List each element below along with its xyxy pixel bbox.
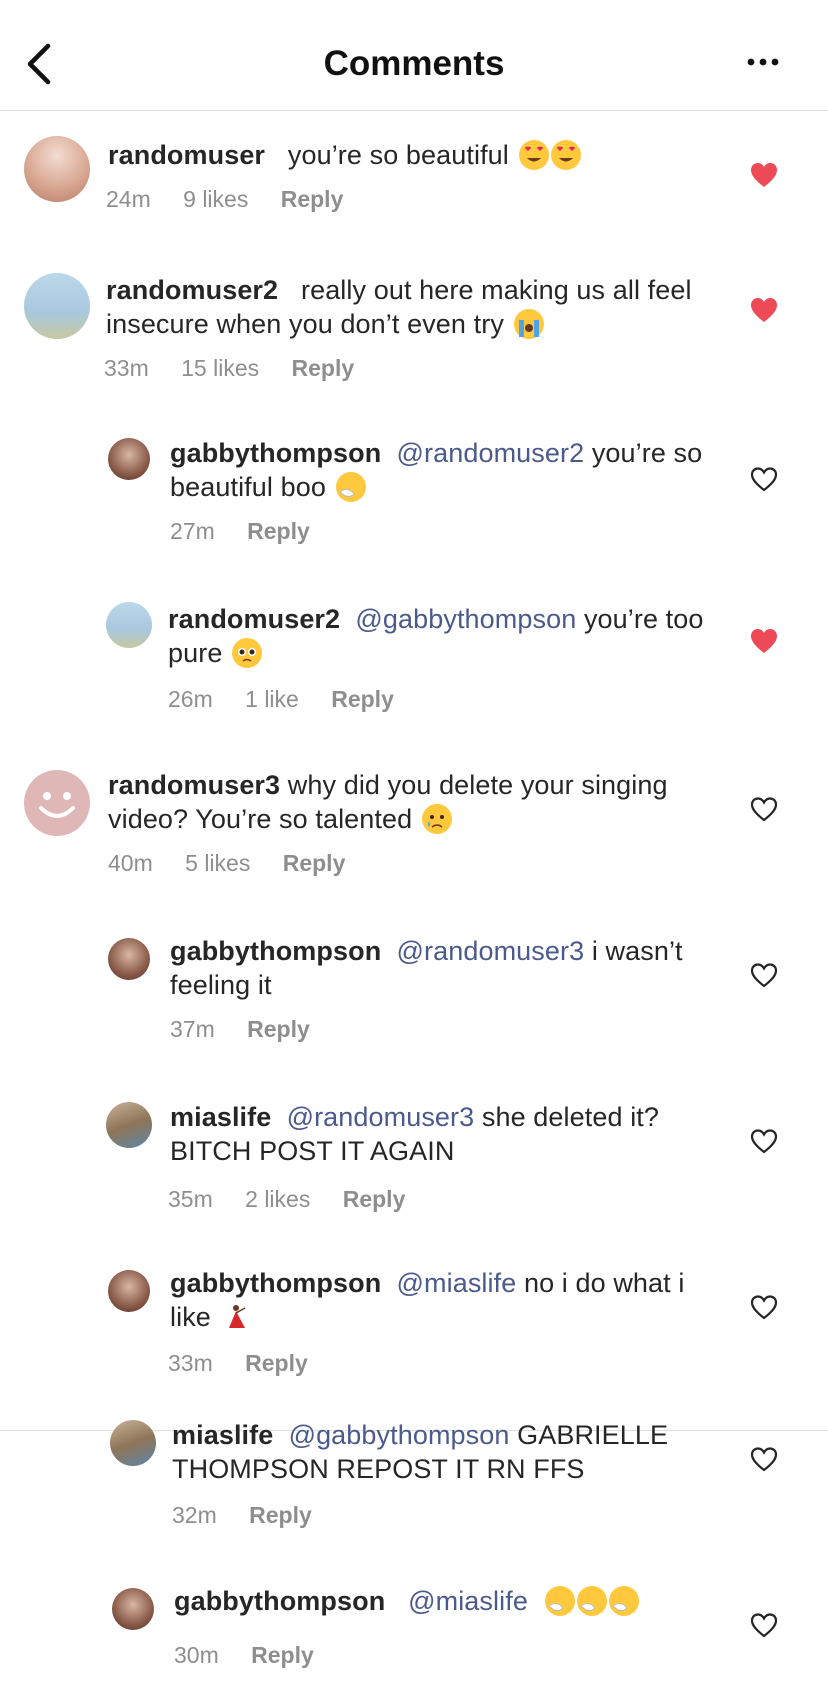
sneezing-emoji <box>609 1586 640 1616</box>
avatar[interactable] <box>24 770 90 836</box>
comment-mention[interactable]: @randomuser3 <box>397 936 585 966</box>
more-dots-icon[interactable] <box>746 56 780 68</box>
sneezing-emoji <box>577 1586 608 1616</box>
sneezing-emoji <box>335 472 366 502</box>
reply-button[interactable]: Reply <box>249 1502 312 1528</box>
reply-button[interactable]: Reply <box>283 850 346 876</box>
heart-outline-icon[interactable] <box>750 796 778 822</box>
comments-header: Comments <box>0 0 828 111</box>
reply-button[interactable]: Reply <box>247 518 310 544</box>
avatar[interactable] <box>112 1588 154 1630</box>
comment-username[interactable]: gabbythompson <box>174 1586 385 1616</box>
comment-username[interactable]: gabbythompson <box>170 438 381 468</box>
avatar[interactable] <box>108 438 150 480</box>
heart-outline-icon[interactable] <box>750 1128 778 1154</box>
heart-filled-icon[interactable] <box>750 297 778 323</box>
heart-eyes-emoji <box>550 140 581 170</box>
avatar[interactable] <box>110 1420 156 1466</box>
comment-username[interactable]: randomuser2 <box>168 604 340 634</box>
comment-text: you’re so beautiful <box>287 140 509 170</box>
comment-mention[interactable]: @gabbythompson <box>289 1420 510 1450</box>
reply-button[interactable]: Reply <box>331 686 394 712</box>
heart-filled-icon[interactable] <box>750 628 778 654</box>
loudly-crying-emoji <box>513 309 544 339</box>
reply-button[interactable]: Reply <box>251 1642 314 1668</box>
reply-button[interactable]: Reply <box>343 1186 406 1212</box>
heart-eyes-emoji <box>518 140 549 170</box>
comment-likes[interactable]: 1 like <box>245 686 299 712</box>
dancer-emoji <box>221 1302 251 1332</box>
heart-outline-icon[interactable] <box>750 466 778 492</box>
avatar[interactable] <box>24 136 90 202</box>
comment-time: 26m <box>168 686 213 712</box>
pleading-emoji <box>232 638 263 668</box>
comment-mention[interactable]: @randomuser2 <box>397 438 585 468</box>
comment-time: 24m <box>106 186 151 212</box>
avatar[interactable] <box>24 273 90 339</box>
comment-mention[interactable]: @randomuser3 <box>287 1102 475 1132</box>
comment-username[interactable]: gabbythompson <box>170 936 381 966</box>
heart-outline-icon[interactable] <box>750 1294 778 1320</box>
heart-outline-icon[interactable] <box>750 1446 778 1472</box>
comment-likes[interactable]: 5 likes <box>185 850 250 876</box>
comment-username[interactable]: randomuser2 <box>106 275 278 305</box>
reply-button[interactable]: Reply <box>281 186 344 212</box>
avatar[interactable] <box>108 1270 150 1312</box>
heart-filled-icon[interactable] <box>750 162 778 188</box>
comment-time: 33m <box>168 1350 213 1376</box>
reply-button[interactable]: Reply <box>292 355 355 381</box>
smiley-icon <box>39 792 75 818</box>
comment-likes[interactable]: 15 likes <box>181 355 259 381</box>
crying-emoji <box>421 804 452 834</box>
comment-time: 33m <box>104 355 149 381</box>
comment-username[interactable]: randomuser3 <box>108 770 280 800</box>
comment-time: 32m <box>172 1502 217 1528</box>
comment-time: 35m <box>168 1186 213 1212</box>
heart-outline-icon[interactable] <box>750 1612 778 1638</box>
comment-time: 30m <box>174 1642 219 1668</box>
comment-username[interactable]: miaslife <box>172 1420 273 1450</box>
reply-button[interactable]: Reply <box>245 1350 308 1376</box>
comment-time: 37m <box>170 1016 215 1042</box>
comment-time: 40m <box>108 850 153 876</box>
comment-username[interactable]: gabbythompson <box>170 1268 381 1298</box>
sneezing-emoji <box>545 1586 576 1616</box>
comment-username[interactable]: miaslife <box>170 1102 271 1132</box>
avatar[interactable] <box>106 602 152 648</box>
avatar[interactable] <box>106 1102 152 1148</box>
heart-outline-icon[interactable] <box>750 962 778 988</box>
comment-time: 27m <box>170 518 215 544</box>
page-title: Comments <box>323 44 505 83</box>
reply-button[interactable]: Reply <box>247 1016 310 1042</box>
comment-likes[interactable]: 9 likes <box>183 186 248 212</box>
avatar[interactable] <box>108 938 150 980</box>
comment-likes[interactable]: 2 likes <box>245 1186 310 1212</box>
comment-username[interactable]: randomuser <box>108 140 265 170</box>
comment-mention[interactable]: @miaslife <box>408 1586 528 1616</box>
comment-mention[interactable]: @gabbythompson <box>355 604 576 634</box>
comment-mention[interactable]: @miaslife <box>397 1268 517 1298</box>
